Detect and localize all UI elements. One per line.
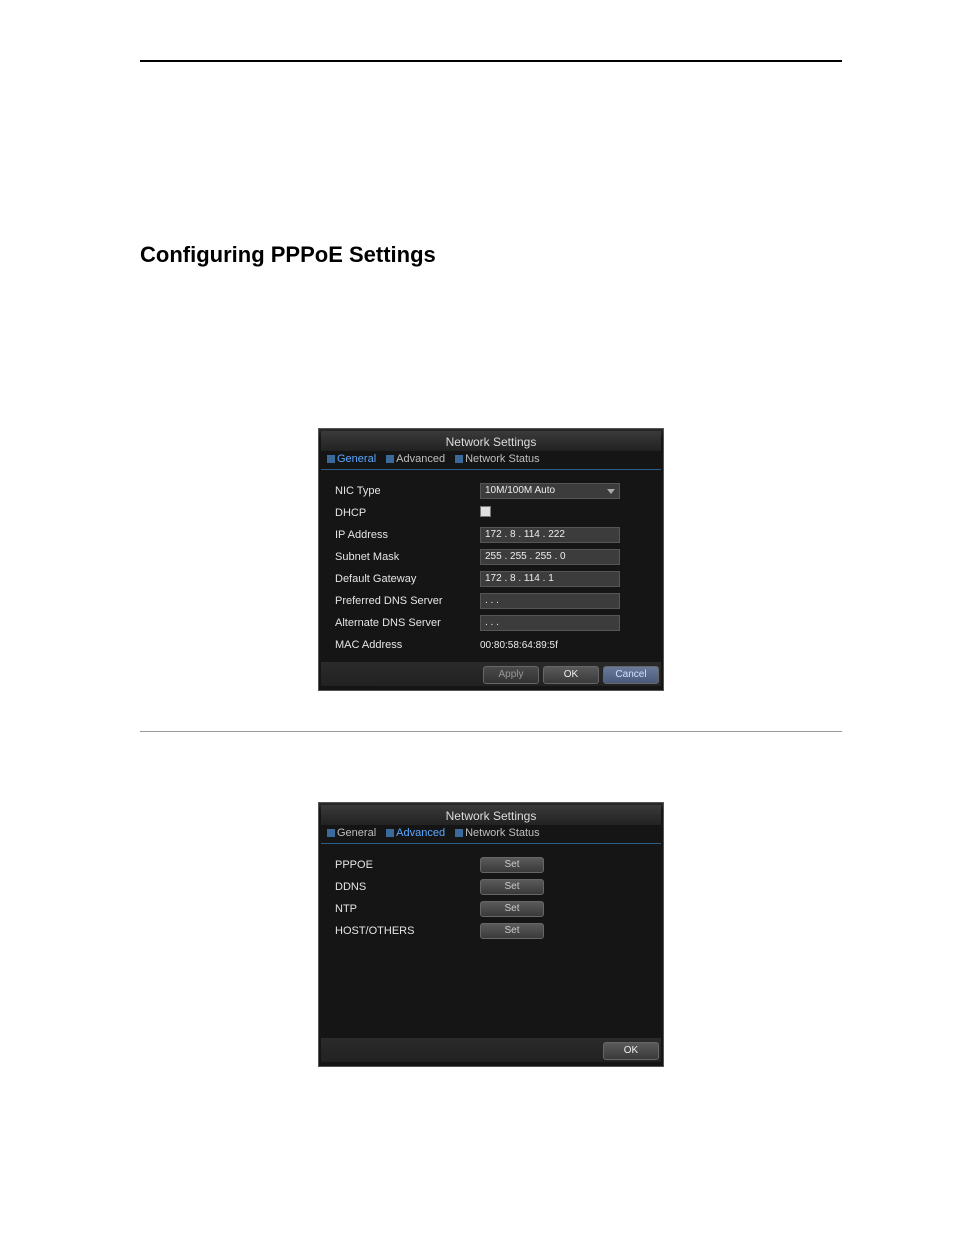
mid-horizontal-rule <box>140 731 842 732</box>
pppoe-label: PPPOE <box>335 859 480 871</box>
tab-icon <box>327 455 335 463</box>
apply-button[interactable]: Apply <box>483 666 539 684</box>
tab-network-status[interactable]: Network Status <box>451 451 544 467</box>
ip-address-label: IP Address <box>335 529 480 541</box>
subnet-mask-field[interactable]: 255 . 255 . 255 . 0 <box>480 549 620 565</box>
tab-label: Network Status <box>465 827 540 839</box>
preferred-dns-label: Preferred DNS Server <box>335 595 480 607</box>
ddns-label: DDNS <box>335 881 480 893</box>
dialog-footer: Apply OK Cancel <box>321 662 661 686</box>
tab-general[interactable]: General <box>323 451 380 467</box>
dialog-title: Network Settings <box>321 431 661 451</box>
host-others-set-button[interactable]: Set <box>480 923 544 939</box>
section-heading: Configuring PPPoE Settings <box>140 242 842 268</box>
nic-type-dropdown[interactable]: 10M/100M Auto <box>480 483 620 499</box>
nic-type-label: NIC Type <box>335 485 480 497</box>
tab-label: General <box>337 453 376 465</box>
chevron-down-icon <box>607 489 615 494</box>
dialog-tabs: General Advanced Network Status <box>321 825 661 844</box>
tab-label: Advanced <box>396 453 445 465</box>
tab-advanced[interactable]: Advanced <box>382 825 449 841</box>
ok-button[interactable]: OK <box>543 666 599 684</box>
ntp-label: NTP <box>335 903 480 915</box>
network-settings-dialog-general: Network Settings General Advanced Networ… <box>318 428 664 691</box>
ddns-set-button[interactable]: Set <box>480 879 544 895</box>
preferred-dns-field[interactable]: . . . <box>480 593 620 609</box>
tab-icon <box>455 829 463 837</box>
tab-icon <box>327 829 335 837</box>
default-gateway-label: Default Gateway <box>335 573 480 585</box>
mac-address-value: 00:80:58:64:89:5f <box>480 640 558 651</box>
tab-icon <box>386 829 394 837</box>
tab-icon <box>386 455 394 463</box>
nic-type-value: 10M/100M Auto <box>485 484 555 498</box>
tab-icon <box>455 455 463 463</box>
alternate-dns-label: Alternate DNS Server <box>335 617 480 629</box>
tab-label: General <box>337 827 376 839</box>
default-gateway-field[interactable]: 172 . 8 . 114 . 1 <box>480 571 620 587</box>
host-others-label: HOST/OTHERS <box>335 925 480 937</box>
tab-general[interactable]: General <box>323 825 380 841</box>
dialog-footer: OK <box>321 1038 661 1062</box>
dialog-title: Network Settings <box>321 805 661 825</box>
dialog-body: PPPOE Set DDNS Set NTP Set <box>321 848 661 1038</box>
tab-label: Advanced <box>396 827 445 839</box>
subnet-mask-label: Subnet Mask <box>335 551 480 563</box>
network-settings-dialog-advanced: Network Settings General Advanced Networ… <box>318 802 664 1067</box>
cancel-button[interactable]: Cancel <box>603 666 659 684</box>
ok-button[interactable]: OK <box>603 1042 659 1060</box>
tab-advanced[interactable]: Advanced <box>382 451 449 467</box>
pppoe-set-button[interactable]: Set <box>480 857 544 873</box>
top-horizontal-rule <box>140 60 842 62</box>
tab-label: Network Status <box>465 453 540 465</box>
dialog-body: NIC Type 10M/100M Auto DHCP IP A <box>321 474 661 662</box>
dialog-tabs: General Advanced Network Status <box>321 451 661 470</box>
mac-address-label: MAC Address <box>335 639 480 651</box>
dhcp-checkbox[interactable] <box>480 506 491 517</box>
ntp-set-button[interactable]: Set <box>480 901 544 917</box>
alternate-dns-field[interactable]: . . . <box>480 615 620 631</box>
ip-address-field[interactable]: 172 . 8 . 114 . 222 <box>480 527 620 543</box>
dhcp-label: DHCP <box>335 507 480 519</box>
tab-network-status[interactable]: Network Status <box>451 825 544 841</box>
